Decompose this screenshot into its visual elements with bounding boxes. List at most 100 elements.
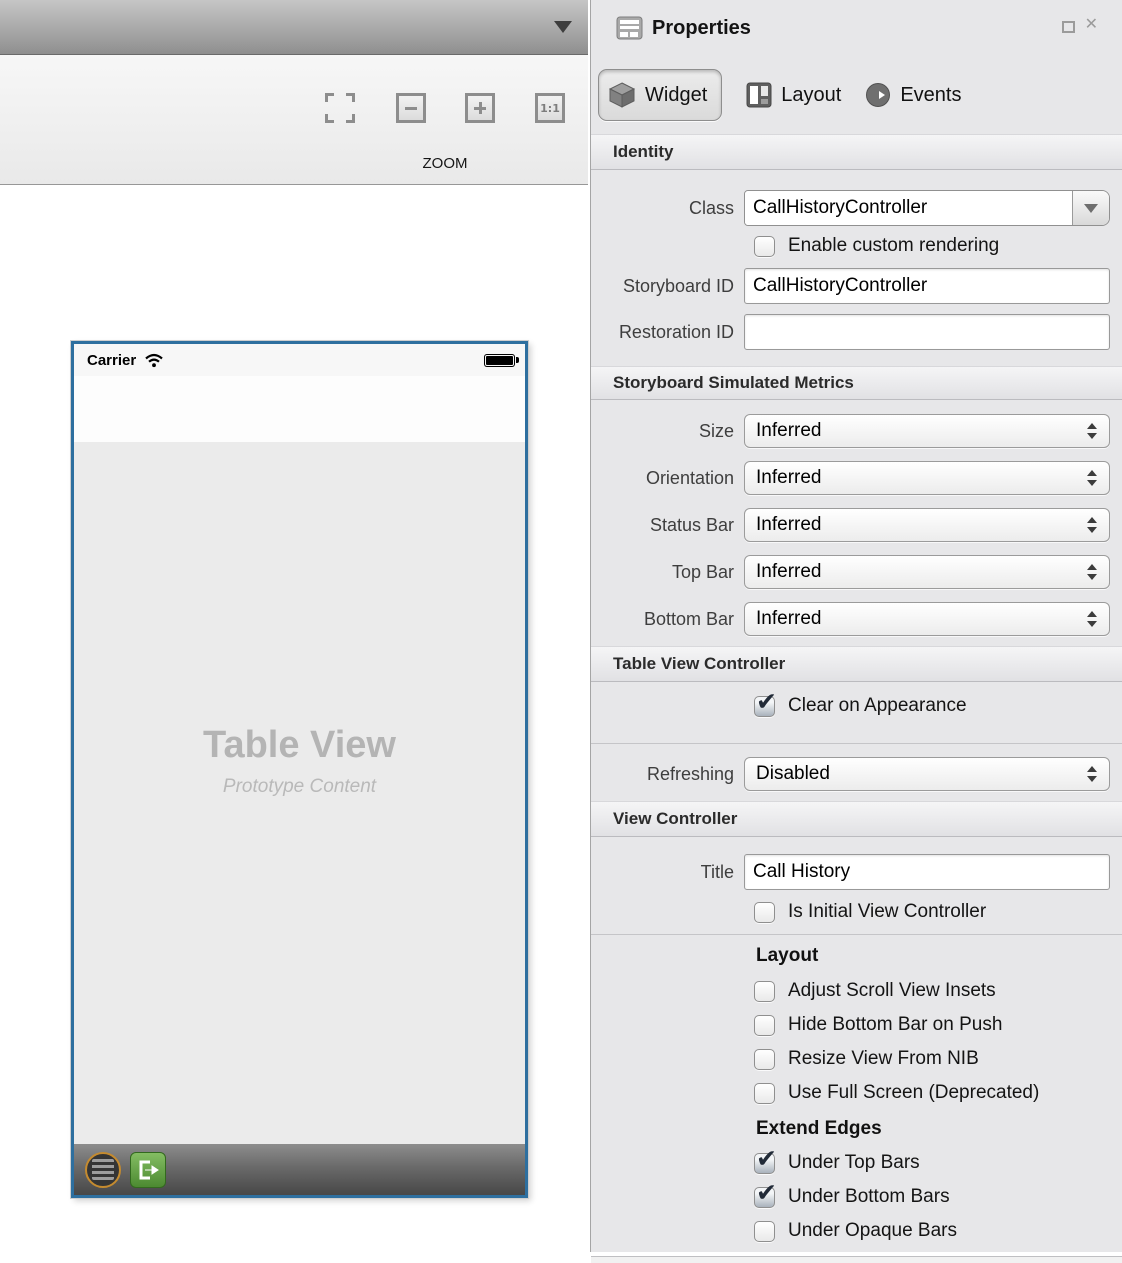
resize-view-from-nib-checkbox[interactable] bbox=[754, 1049, 775, 1070]
zoom-actual-size-button[interactable]: 1:1 bbox=[535, 93, 565, 123]
clear-on-appearance-checkbox[interactable] bbox=[754, 696, 775, 717]
storyboard-canvas[interactable]: Carrier Table View Prototype Content bbox=[0, 186, 588, 1252]
widget-cube-icon bbox=[608, 81, 636, 109]
close-panel-icon[interactable] bbox=[1085, 17, 1098, 33]
orientation-row: Orientation Inferred bbox=[591, 461, 1110, 495]
top-bar-popup[interactable]: Inferred bbox=[744, 555, 1110, 589]
tab-widget[interactable]: Widget bbox=[598, 69, 722, 121]
zoom-to-fit-button[interactable] bbox=[325, 93, 355, 123]
section-header-identity: Identity bbox=[591, 134, 1122, 170]
zoom-toolbar: 1:1 ZOOM bbox=[0, 55, 588, 185]
under-top-bars-checkbox[interactable] bbox=[754, 1153, 775, 1174]
under-opaque-bars-label: Under Opaque Bars bbox=[788, 1220, 957, 1242]
under-bottom-bars-row: Under Bottom Bars bbox=[591, 1186, 1110, 1208]
restoration-id-input[interactable] bbox=[744, 314, 1110, 350]
document-header-bar bbox=[0, 0, 588, 55]
exit-segue-icon[interactable] bbox=[130, 1152, 166, 1188]
orientation-label: Orientation bbox=[591, 468, 744, 489]
hide-bottom-bar-on-push-row: Hide Bottom Bar on Push bbox=[591, 1014, 1110, 1036]
is-initial-view-controller-row: Is Initial View Controller bbox=[591, 901, 1110, 923]
section-view-controller: Title Is Initial View Controller bbox=[591, 837, 1122, 934]
zoom-out-button[interactable] bbox=[396, 93, 426, 123]
is-initial-view-controller-label: Is Initial View Controller bbox=[788, 901, 986, 923]
storyboard-id-row: Storyboard ID bbox=[591, 268, 1110, 304]
title-input[interactable] bbox=[744, 854, 1110, 890]
enable-custom-rendering-checkbox[interactable] bbox=[754, 236, 775, 257]
class-dropdown-button[interactable] bbox=[1072, 191, 1109, 225]
tab-events-label: Events bbox=[900, 84, 961, 107]
class-label: Class bbox=[591, 198, 744, 219]
adjust-scroll-view-insets-checkbox[interactable] bbox=[754, 981, 775, 1002]
under-top-bars-row: Under Top Bars bbox=[591, 1152, 1110, 1174]
editor-pane: 1:1 ZOOM Carrier Table View Prototype Co… bbox=[0, 0, 588, 1252]
status-bar-popup[interactable]: Inferred bbox=[744, 508, 1110, 542]
bottom-bar-row: Bottom Bar Inferred bbox=[591, 602, 1110, 636]
bottom-bar-popup[interactable]: Inferred bbox=[744, 602, 1110, 636]
restoration-id-label: Restoration ID bbox=[591, 322, 744, 343]
tab-events[interactable]: Events bbox=[865, 82, 961, 108]
refreshing-label: Refreshing bbox=[591, 764, 744, 785]
clear-on-appearance-row: Clear on Appearance bbox=[591, 695, 1110, 717]
bottom-bar-label: Bottom Bar bbox=[591, 609, 744, 630]
title-label: Title bbox=[591, 862, 744, 883]
orientation-popup[interactable]: Inferred bbox=[744, 461, 1110, 495]
popup-stepper-icon bbox=[1087, 766, 1097, 782]
is-initial-view-controller-checkbox[interactable] bbox=[754, 902, 775, 923]
zoom-to-fit-icon bbox=[325, 93, 334, 102]
tab-widget-label: Widget bbox=[645, 84, 707, 107]
zoom-one-to-one-icon: 1:1 bbox=[540, 102, 560, 115]
restoration-id-row: Restoration ID bbox=[591, 314, 1110, 350]
section-layout: Layout Adjust Scroll View Insets Hide Bo… bbox=[591, 935, 1122, 1256]
under-top-bars-label: Under Top Bars bbox=[788, 1152, 920, 1174]
battery-icon bbox=[484, 354, 515, 367]
use-full-screen-checkbox[interactable] bbox=[754, 1083, 775, 1104]
popup-stepper-icon bbox=[1087, 470, 1097, 486]
top-bar-label: Top Bar bbox=[591, 562, 744, 583]
enable-custom-rendering-row: Enable custom rendering bbox=[591, 235, 1110, 257]
under-bottom-bars-checkbox[interactable] bbox=[754, 1187, 775, 1208]
status-bar-label: Status Bar bbox=[591, 515, 744, 536]
properties-panel-header: Properties bbox=[591, 0, 1122, 56]
table-view-controller-scene[interactable]: Carrier Table View Prototype Content bbox=[71, 341, 528, 1198]
section-header-table-view-controller: Table View Controller bbox=[591, 646, 1122, 682]
under-bottom-bars-label: Under Bottom Bars bbox=[788, 1186, 950, 1208]
class-input[interactable] bbox=[745, 191, 1072, 225]
adjust-scroll-view-insets-row: Adjust Scroll View Insets bbox=[591, 980, 1110, 1002]
zoom-in-icon bbox=[474, 102, 486, 114]
enable-custom-rendering-label: Enable custom rendering bbox=[788, 235, 999, 257]
tab-layout[interactable]: Layout bbox=[746, 82, 841, 108]
size-popup[interactable]: Inferred bbox=[744, 414, 1110, 448]
disclosure-triangle-icon[interactable] bbox=[554, 21, 572, 33]
hide-bottom-bar-on-push-checkbox[interactable] bbox=[754, 1015, 775, 1036]
events-icon bbox=[865, 82, 891, 108]
popup-stepper-icon bbox=[1087, 564, 1097, 580]
table-view-controller-icon[interactable] bbox=[85, 1152, 121, 1188]
popup-stepper-icon bbox=[1087, 423, 1097, 439]
float-panel-icon[interactable] bbox=[1062, 21, 1075, 33]
table-view[interactable]: Table View Prototype Content bbox=[74, 442, 525, 1144]
clear-on-appearance-section: Clear on Appearance bbox=[591, 695, 1122, 743]
refreshing-popup[interactable]: Disabled bbox=[744, 757, 1110, 791]
zoom-in-button[interactable] bbox=[465, 93, 495, 123]
resize-view-from-nib-row: Resize View From NIB bbox=[591, 1048, 1110, 1070]
storyboard-id-input[interactable] bbox=[744, 268, 1110, 304]
section-simulated-metrics: Size Inferred Orientation Inferred Statu… bbox=[591, 400, 1122, 646]
storyboard-id-label: Storyboard ID bbox=[591, 276, 744, 297]
hide-bottom-bar-on-push-label: Hide Bottom Bar on Push bbox=[788, 1014, 1002, 1036]
class-row: Class bbox=[591, 190, 1110, 226]
class-combobox bbox=[744, 190, 1110, 226]
table-view-placeholder-title: Table View bbox=[74, 724, 525, 767]
properties-window-icon bbox=[616, 16, 643, 40]
properties-panel: Properties Widget Layout bbox=[590, 0, 1122, 1252]
tab-layout-label: Layout bbox=[781, 84, 841, 107]
adjust-scroll-view-insets-label: Adjust Scroll View Insets bbox=[788, 980, 996, 1002]
status-bar-row: Status Bar Inferred bbox=[591, 508, 1110, 542]
zoom-caption: ZOOM bbox=[345, 155, 545, 172]
layout-group-title: Layout bbox=[756, 945, 1110, 967]
simulated-status-bar: Carrier bbox=[74, 344, 525, 376]
under-opaque-bars-checkbox[interactable] bbox=[754, 1221, 775, 1242]
popup-stepper-icon bbox=[1087, 517, 1097, 533]
size-label: Size bbox=[591, 421, 744, 442]
section-identity: Class Enable custom rendering Storyboard… bbox=[591, 170, 1122, 366]
refreshing-section: Refreshing Disabled bbox=[591, 744, 1122, 801]
